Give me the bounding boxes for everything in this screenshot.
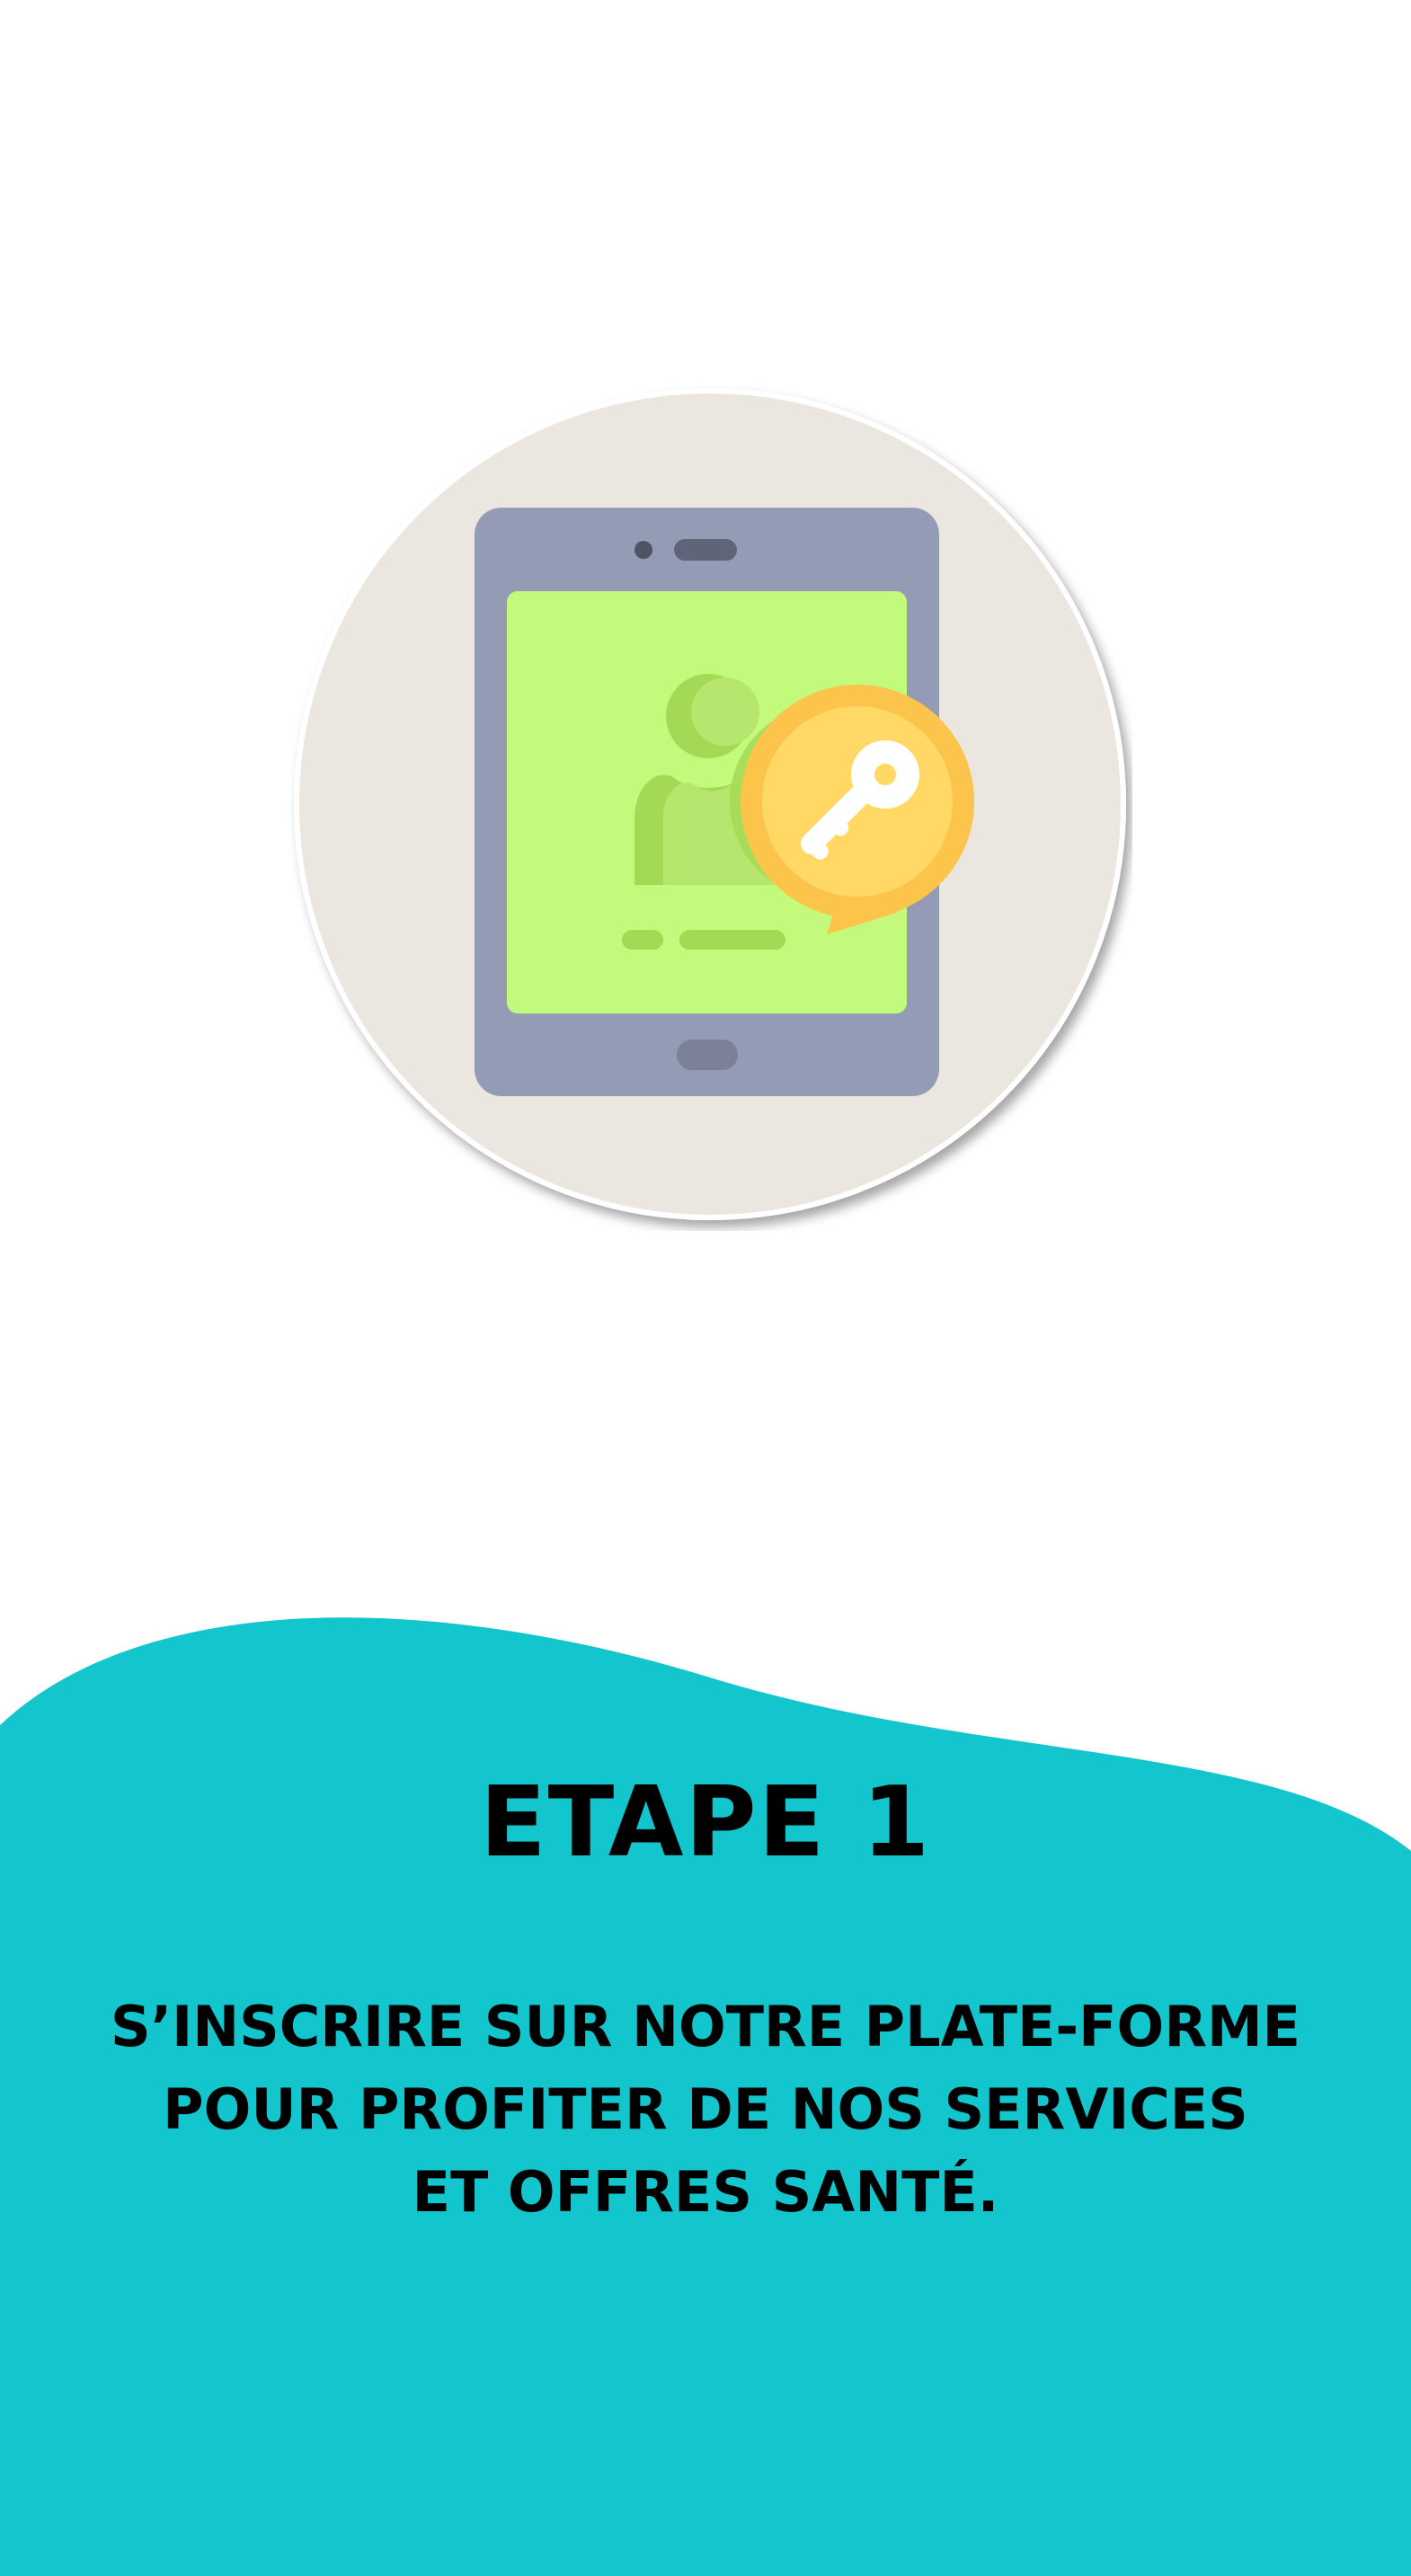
step-description: S’INSCRIRE SUR NOTRE PLATE-FORME POUR PR… (54, 1986, 1357, 2234)
step-description-line: ET OFFRES SANTÉ. (412, 2159, 999, 2225)
tablet-speaker (674, 539, 737, 561)
step-title: ETAPE 1 (479, 1766, 932, 1879)
step-description-line: S’INSCRIRE SUR NOTRE PLATE-FORME (110, 1994, 1301, 2059)
step-description-line: POUR PROFITER DE NOS SERVICES (163, 2076, 1248, 2142)
tablet-user-key-icon (294, 388, 1126, 1220)
tablet-home-button (677, 1040, 738, 1070)
tablet-camera (635, 541, 652, 559)
